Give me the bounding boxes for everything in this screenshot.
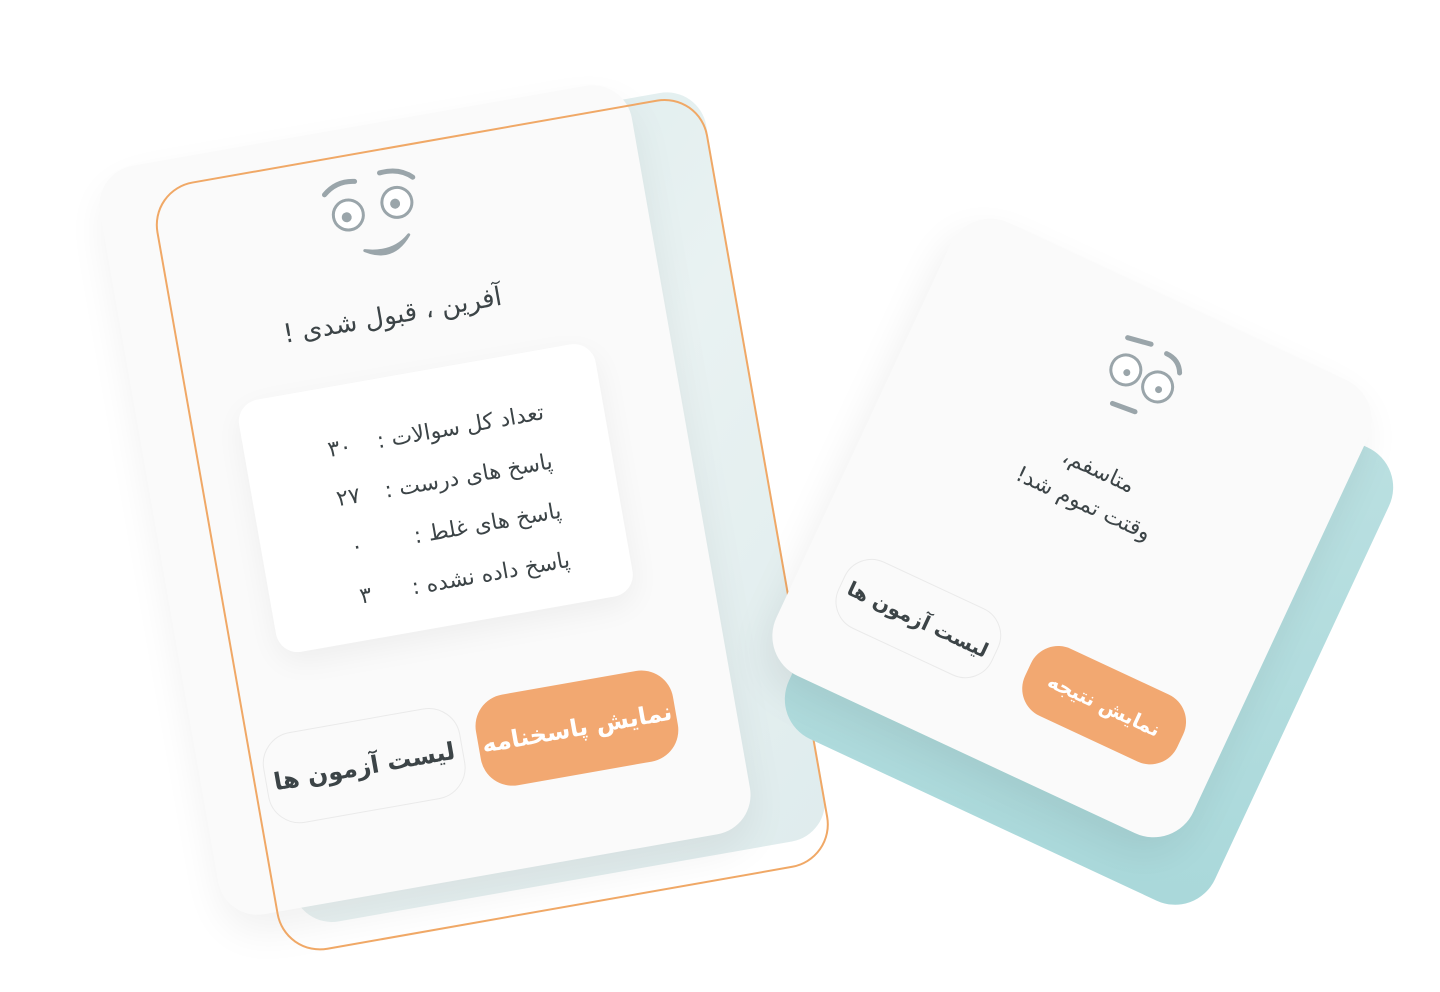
worried-face-icon <box>1109 335 1183 415</box>
timeout-card-group: متاسفم، وقتت تموم شد! نمایش نتیجه لیست آ… <box>757 204 1408 920</box>
success-card-group: آفرین ، قبول شدی ! تعداد کل سوالات : ۳۰ … <box>93 78 836 958</box>
stage: آفرین ، قبول شدی ! تعداد کل سوالات : ۳۰ … <box>0 0 1440 992</box>
show-result-button[interactable]: نمایش نتیجه <box>1012 636 1196 775</box>
exam-list-button[interactable]: لیست آزمون ها <box>825 549 1012 688</box>
